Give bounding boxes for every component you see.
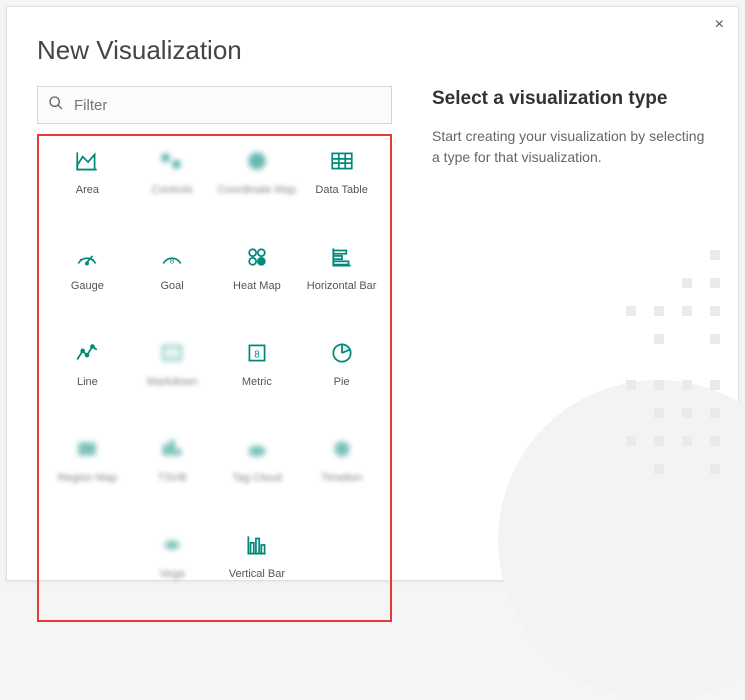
vis-label: Pie (334, 376, 350, 388)
vis-type-tag-cloud[interactable]: Tag Cloud (215, 434, 300, 512)
vis-type-area[interactable]: Area (45, 146, 130, 224)
vis-type-line[interactable]: Line (45, 338, 130, 416)
vis-label: Goal (161, 280, 184, 292)
svg-text:8: 8 (170, 257, 174, 266)
vis-label: Region Map (58, 472, 117, 484)
vis-label: Controls (152, 184, 193, 196)
vis-label: Horizontal Bar (307, 280, 377, 292)
vis-type-gauge[interactable]: Gauge (45, 242, 130, 320)
vis-type-heat-map[interactable]: Heat Map (215, 242, 300, 320)
vis-label: Tag Cloud (232, 472, 282, 484)
vis-type-tsvb[interactable]: TSVB (130, 434, 215, 512)
vis-type-vertical-bar[interactable]: Vertical Bar (215, 530, 300, 608)
new-visualization-modal: × New Visualization Area (6, 6, 739, 581)
vis-label: Vega (160, 568, 185, 580)
vertical-bar-icon (242, 530, 272, 560)
visualization-type-grid: Area Controls Coordinate Map (37, 134, 392, 622)
vis-label: Metric (242, 376, 272, 388)
vis-label: Vertical Bar (229, 568, 285, 580)
vis-label: Gauge (71, 280, 104, 292)
markdown-icon: T (157, 338, 187, 368)
vis-type-vega[interactable]: Vega (130, 530, 215, 608)
vega-icon (157, 530, 187, 560)
filter-search-box[interactable] (37, 86, 392, 124)
vis-type-data-table[interactable]: Data Table (299, 146, 384, 224)
vis-label: Heat Map (233, 280, 281, 292)
modal-title: New Visualization (7, 7, 738, 66)
metric-icon: 8 (242, 338, 272, 368)
goal-icon: 8 (157, 242, 187, 272)
search-icon (48, 95, 64, 116)
tag-cloud-icon (242, 434, 272, 464)
vis-label: Line (77, 376, 98, 388)
vis-type-coordinate-map[interactable]: Coordinate Map (215, 146, 300, 224)
vis-type-timelion[interactable]: Timelion (299, 434, 384, 512)
right-panel-description: Start creating your visualization by sel… (432, 126, 708, 168)
vis-type-pie[interactable]: Pie (299, 338, 384, 416)
close-button[interactable]: × (715, 17, 724, 33)
filter-input[interactable] (72, 96, 381, 115)
svg-text:8: 8 (254, 349, 259, 360)
vis-type-controls[interactable]: Controls (130, 146, 215, 224)
region-map-icon (72, 434, 102, 464)
line-chart-icon (72, 338, 102, 368)
controls-icon (157, 146, 187, 176)
vis-type-markdown[interactable]: T Markdown (130, 338, 215, 416)
timelion-icon (327, 434, 357, 464)
vis-label: TSVB (158, 472, 187, 484)
vis-label: Markdown (147, 376, 198, 388)
heat-map-icon (242, 242, 272, 272)
vis-label: Area (76, 184, 99, 196)
coordinate-map-icon (242, 146, 272, 176)
vis-label: Coordinate Map (218, 184, 296, 196)
area-chart-icon (72, 146, 102, 176)
vis-type-region-map[interactable]: Region Map (45, 434, 130, 512)
right-panel-heading: Select a visualization type (432, 88, 708, 110)
svg-text:T: T (169, 349, 175, 359)
horizontal-bar-icon (327, 242, 357, 272)
tsvb-icon (157, 434, 187, 464)
pie-chart-icon (327, 338, 357, 368)
vis-type-metric[interactable]: 8 Metric (215, 338, 300, 416)
data-table-icon (327, 146, 357, 176)
vis-label: Timelion (321, 472, 362, 484)
vis-type-goal[interactable]: 8 Goal (130, 242, 215, 320)
vis-label: Data Table (315, 184, 367, 196)
vis-type-horizontal-bar[interactable]: Horizontal Bar (299, 242, 384, 320)
gauge-icon (72, 242, 102, 272)
